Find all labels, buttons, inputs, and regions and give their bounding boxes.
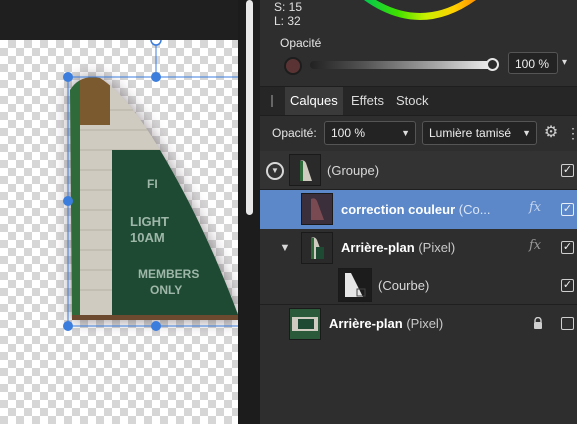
layers-toolbar: Opacité: 100 % ▼ Lumière tamisé ▼ ⚙ ⋮ bbox=[260, 116, 577, 150]
blend-mode-dropdown[interactable]: Lumière tamisé ▼ bbox=[422, 121, 537, 145]
canvas-vertical-scrollbar[interactable] bbox=[238, 0, 260, 424]
layer-row-group[interactable]: ▼ (Groupe) ✓ bbox=[260, 151, 577, 190]
more-icon[interactable]: ⋮ bbox=[566, 124, 577, 142]
chevron-down-icon: ▼ bbox=[522, 128, 531, 138]
collapse-icon[interactable]: ▼ bbox=[266, 162, 284, 180]
layer-visibility-checkbox[interactable]: ✓ bbox=[561, 279, 574, 292]
opacity-slider[interactable] bbox=[310, 61, 495, 69]
panel-grip-handle[interactable] bbox=[271, 95, 273, 107]
transparency-checkerboard bbox=[0, 40, 238, 424]
mask-thumbnail bbox=[338, 268, 372, 302]
chevron-down-icon: ▼ bbox=[401, 128, 410, 138]
layer-name: Arrière-plan (Pixel) bbox=[341, 240, 456, 255]
layer-visibility-checkbox[interactable]: ✓ bbox=[561, 203, 574, 216]
right-panel: S: 15 L: 32 Opacité 100 % ▾ Calques Effe… bbox=[260, 0, 577, 424]
fx-icon[interactable]: fx bbox=[529, 238, 541, 253]
opacity-field[interactable]: 100 % bbox=[508, 52, 558, 74]
layer-visibility-checkbox[interactable]: ✓ bbox=[561, 164, 574, 177]
opacity-dropdown-arrow[interactable]: ▾ bbox=[562, 52, 576, 74]
tab-effets[interactable]: Effets bbox=[346, 87, 389, 115]
blend-mode-value: Lumière tamisé bbox=[429, 126, 512, 140]
layer-thumbnail bbox=[301, 193, 333, 225]
layer-row-arriere-plan[interactable]: ▼ Arrière-plan (Pixel) fx ✓ bbox=[260, 229, 577, 267]
layer-opacity-value: 100 % bbox=[331, 126, 366, 140]
fx-icon[interactable]: fx bbox=[529, 200, 541, 215]
layer-name: (Courbe) bbox=[378, 278, 430, 293]
tab-calques[interactable]: Calques bbox=[285, 87, 343, 115]
layer-row-correction-couleur[interactable]: correction couleur (Co... fx ✓ bbox=[260, 190, 577, 229]
layer-visibility-checkbox[interactable]: ✓ bbox=[561, 241, 574, 254]
collapse-icon[interactable]: ▼ bbox=[278, 241, 292, 255]
layer-thumbnail bbox=[289, 154, 321, 186]
tab-stock[interactable]: Stock bbox=[391, 87, 434, 115]
layer-opacity-label: Opacité: bbox=[272, 126, 317, 140]
color-wheel[interactable] bbox=[360, 0, 480, 22]
saturation-readout: S: 15 bbox=[274, 0, 303, 14]
scrollbar-thumb[interactable] bbox=[246, 0, 253, 215]
layer-row-courbe[interactable]: (Courbe) ✓ bbox=[260, 267, 577, 305]
layer-name: Arrière-plan (Pixel) bbox=[329, 316, 444, 331]
gear-icon[interactable]: ⚙ bbox=[542, 124, 560, 142]
layer-name: correction couleur (Co... bbox=[341, 202, 491, 217]
layer-row-arriere-plan-locked[interactable]: Arrière-plan (Pixel) bbox=[260, 305, 577, 343]
lightness-readout: L: 32 bbox=[274, 14, 301, 28]
opacity-slider-knob[interactable] bbox=[486, 58, 499, 71]
color-swatch[interactable] bbox=[284, 57, 302, 75]
canvas-dark-background bbox=[0, 0, 238, 40]
layer-visibility-checkbox[interactable] bbox=[561, 317, 574, 330]
panel-tabbar: Calques Effets Stock bbox=[260, 86, 577, 116]
layer-opacity-dropdown[interactable]: 100 % ▼ bbox=[324, 121, 416, 145]
layers-list: ▼ (Groupe) ✓ correction couleur (Co... f… bbox=[260, 151, 577, 424]
document-canvas[interactable]: FI LIGHT 10AM MEMBERS ONLY bbox=[0, 0, 238, 424]
lock-icon[interactable] bbox=[533, 317, 543, 329]
layer-name: (Groupe) bbox=[327, 163, 380, 178]
layer-thumbnail bbox=[289, 308, 321, 340]
layer-thumbnail bbox=[301, 232, 333, 264]
opacity-label: Opacité bbox=[280, 36, 322, 50]
